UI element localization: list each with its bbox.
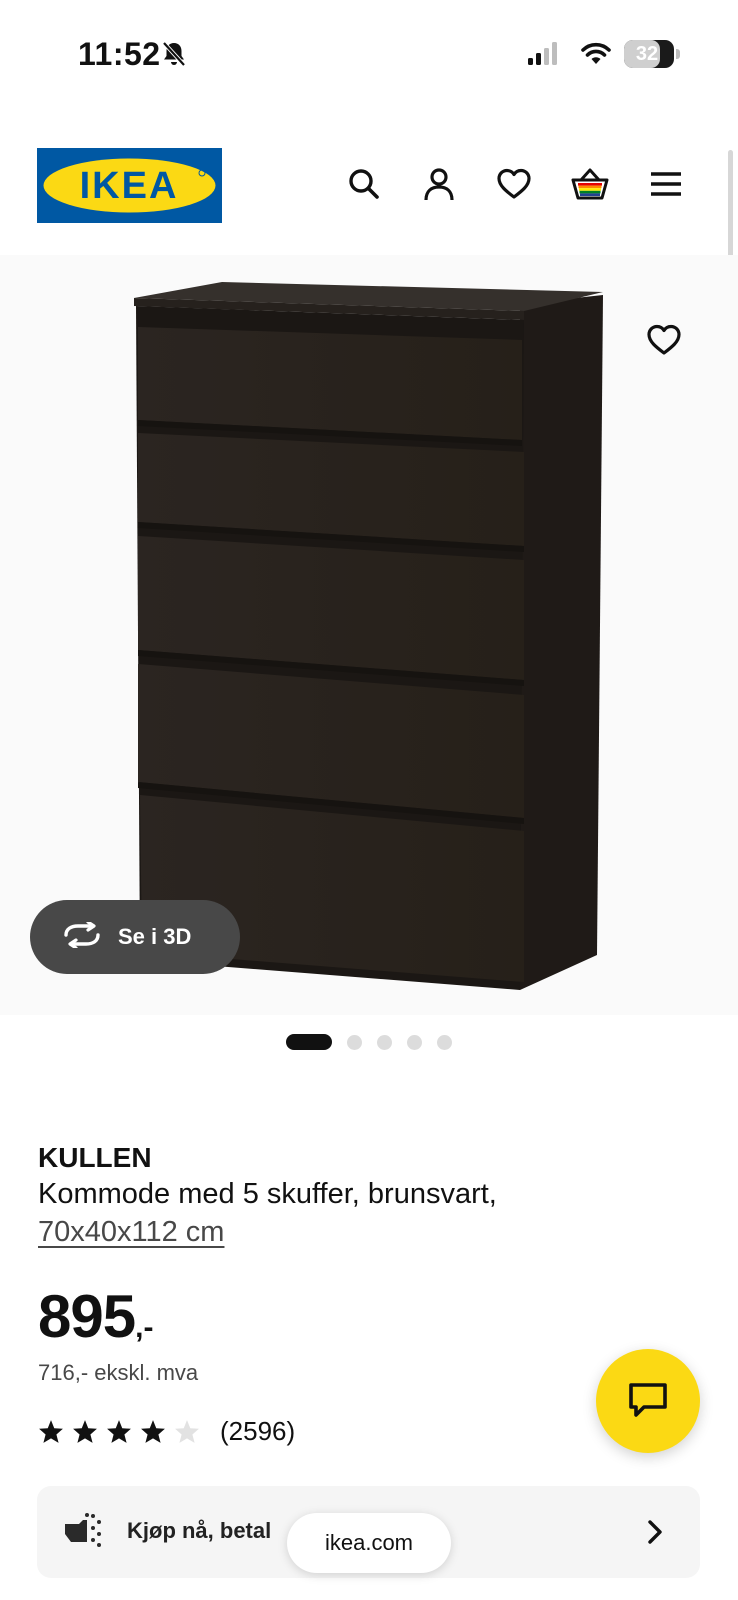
carousel-dot-active[interactable] [286, 1034, 332, 1050]
logo-text: IKEA [80, 165, 179, 207]
star-filled-icon [141, 1420, 165, 1443]
status-time: 11:52 [78, 36, 161, 72]
view-in-3d-label: Se i 3D [118, 924, 192, 949]
search-icon[interactable] [346, 166, 382, 202]
bell-muted-icon [160, 40, 188, 73]
ikea-logo[interactable]: IKEA [37, 148, 222, 223]
browser-url-bar[interactable]: ikea.com [287, 1513, 451, 1573]
view-in-3d-button[interactable]: Se i 3D [30, 900, 240, 974]
chat-bubble-icon [629, 1383, 667, 1417]
rating[interactable]: (2596) [38, 1416, 295, 1447]
carousel-dot[interactable] [347, 1034, 362, 1050]
carousel-dot[interactable] [407, 1034, 422, 1050]
rotate-3d-icon [62, 919, 102, 953]
star-filled-icon [73, 1420, 97, 1443]
menu-icon[interactable] [648, 166, 684, 202]
price-excl-vat: 716,- ekskl. mva [38, 1360, 199, 1385]
status-bar: 11:52 32 [0, 0, 738, 110]
battery-level: 32 [635, 43, 659, 65]
cart-icon[interactable] [570, 166, 610, 202]
product-dimensions-link[interactable]: 70x40x112 cm [38, 1216, 224, 1249]
product-description: Kommode med 5 skuffer, brunsvart, [38, 1178, 497, 1210]
cellular-signal-icon [528, 42, 558, 71]
product-price: 895,- [38, 1282, 153, 1351]
review-count: (2596) [220, 1416, 296, 1446]
product-name: KULLEN [38, 1142, 152, 1173]
star-filled-icon [107, 1420, 131, 1443]
carousel-dot[interactable] [437, 1034, 452, 1050]
account-icon[interactable] [421, 166, 457, 202]
payment-installment-icon [63, 1512, 103, 1553]
heart-icon[interactable] [496, 166, 532, 202]
price-suffix: ,- [135, 1311, 154, 1344]
image-carousel-indicator [286, 1034, 467, 1050]
wifi-icon [580, 40, 612, 71]
finance-label: Kjøp nå, betal [127, 1518, 272, 1543]
favorite-button[interactable] [642, 318, 686, 362]
star-empty-icon [175, 1420, 199, 1443]
battery-icon: 32 [624, 40, 674, 68]
chat-button[interactable] [596, 1349, 700, 1453]
price-value: 895 [38, 1283, 136, 1350]
star-filled-icon [39, 1420, 63, 1443]
chevron-right-icon [645, 1518, 665, 1551]
carousel-dot[interactable] [377, 1034, 392, 1050]
heart-outline-icon [647, 324, 681, 355]
